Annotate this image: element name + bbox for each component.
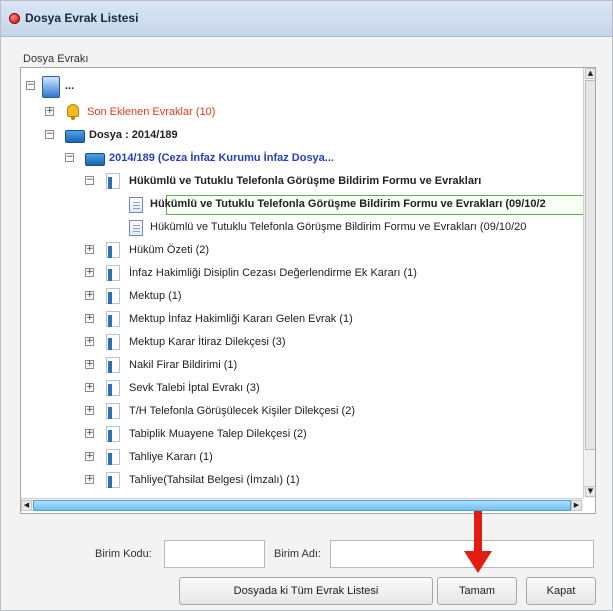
horizontal-scroll-thumb[interactable] <box>33 500 571 511</box>
tree-leaf-label: Hükümlü ve Tutuklu Telefonla Görüşme Bil… <box>150 198 546 210</box>
scroll-left-icon[interactable]: ◀ <box>21 500 32 511</box>
document-folder-icon <box>106 449 124 466</box>
tree-node-label: Tabiplik Muayene Talep Dilekçesi (2) <box>129 428 307 440</box>
ok-button[interactable]: Tamam <box>437 577 517 605</box>
expand-icon[interactable]: + <box>45 107 54 116</box>
document-folder-icon <box>106 472 124 489</box>
expand-icon[interactable]: + <box>85 406 94 415</box>
close-button[interactable]: Kapat <box>526 577 596 605</box>
document-tree[interactable]: − ... + Son Eklenen Evraklar (10) − Dosy… <box>20 67 596 514</box>
tree-leaf[interactable]: Hükümlü ve Tutuklu Telefonla Görüşme Bil… <box>21 217 581 239</box>
vertical-scroll-thumb[interactable] <box>585 80 595 450</box>
tree-node-label: T/H Telefonla Görüşülecek Kişiler Dilekç… <box>129 405 355 417</box>
expand-icon[interactable]: + <box>85 429 94 438</box>
tree-node-son-eklenen[interactable]: + Son Eklenen Evraklar (10) <box>21 102 581 124</box>
expand-icon[interactable]: + <box>85 360 94 369</box>
birim-kodu-field[interactable] <box>164 540 265 568</box>
tree-node[interactable]: + Mektup (1) <box>21 286 581 308</box>
scroll-right-icon[interactable]: ▶ <box>571 500 582 511</box>
tree-node-label: Son Eklenen Evraklar (10) <box>87 106 216 118</box>
expand-icon[interactable]: + <box>85 314 94 323</box>
tree-node[interactable]: + T/H Telefonla Görüşülecek Kişiler Dile… <box>21 401 581 423</box>
tree-node-label: Tahliye(Tahsilat Belgesi (İmzalı) (1) <box>129 474 300 486</box>
collapse-icon[interactable]: − <box>26 81 35 90</box>
document-folder-icon <box>106 173 124 190</box>
list-all-button[interactable]: Dosyada ki Tüm Evrak Listesi <box>179 577 433 605</box>
expand-icon[interactable]: + <box>85 291 94 300</box>
tree-node[interactable]: + Sevk Talebi İptal Evrakı (3) <box>21 378 581 400</box>
document-folder-icon <box>106 380 124 397</box>
vertical-scrollbar[interactable]: ▲ ▼ <box>583 68 595 498</box>
birim-adi-field[interactable] <box>330 540 594 568</box>
tree-node-label: Hükümlü ve Tutuklu Telefonla Görüşme Bil… <box>129 175 482 187</box>
tree-node[interactable]: + Mektup İnfaz Hakimliği Kararı Gelen Ev… <box>21 309 581 331</box>
document-icon <box>129 220 143 236</box>
annotation-arrow-icon <box>464 511 492 573</box>
document-folder-icon <box>106 357 124 374</box>
document-folder-icon <box>106 403 124 420</box>
document-folder-icon <box>106 334 124 351</box>
expand-icon[interactable]: + <box>85 337 94 346</box>
tree-node-label: Mektup İnfaz Hakimliği Kararı Gelen Evra… <box>129 313 353 325</box>
tree-node-label: Hüküm Özeti (2) <box>129 244 210 256</box>
tree-node-label: 2014/189 (Ceza İnfaz Kurumu İnfaz Dosya.… <box>109 152 334 164</box>
collapse-icon[interactable]: − <box>45 130 54 139</box>
tree-node[interactable]: + Mektup Karar İtiraz Dilekçesi (3) <box>21 332 581 354</box>
group-label: Dosya Evrakı <box>23 53 89 65</box>
birim-adi-label: Birim Adı: <box>274 548 322 560</box>
tree-node-dosya[interactable]: − Dosya : 2014/189 <box>21 125 581 147</box>
expand-icon[interactable]: + <box>85 245 94 254</box>
collapse-icon[interactable]: − <box>85 176 94 185</box>
tree-node-label: Sevk Talebi İptal Evrakı (3) <box>129 382 260 394</box>
tree-node-infaz-dosya[interactable]: − 2014/189 (Ceza İnfaz Kurumu İnfaz Dosy… <box>21 148 581 170</box>
expand-icon[interactable]: + <box>85 452 94 461</box>
document-icon <box>129 197 143 213</box>
document-folder-icon <box>106 265 124 282</box>
document-folder-icon <box>106 311 124 328</box>
expand-icon[interactable]: + <box>85 383 94 392</box>
tree-node-label: Mektup (1) <box>129 290 182 302</box>
bell-icon <box>65 104 81 120</box>
scroll-up-icon[interactable]: ▲ <box>585 68 595 79</box>
tree-node-telefon-group[interactable]: − Hükümlü ve Tutuklu Telefonla Görüşme B… <box>21 171 581 193</box>
tree-node[interactable]: + Tabiplik Muayene Talep Dilekçesi (2) <box>21 424 581 446</box>
tree-node-label: Dosya : 2014/189 <box>89 129 178 141</box>
birim-kodu-label: Birim Kodu: <box>95 548 152 560</box>
tree-node[interactable]: + Tahliye(Tahsilat Belgesi (İmzalı) (1) <box>21 470 581 492</box>
expand-icon[interactable]: + <box>85 268 94 277</box>
tree-node[interactable]: + Tahliye Kararı (1) <box>21 447 581 469</box>
scroll-down-icon[interactable]: ▼ <box>585 486 595 497</box>
document-folder-icon <box>106 288 124 305</box>
tree-node[interactable]: + İnfaz Hakimliği Disiplin Cezası Değerl… <box>21 263 581 285</box>
expand-icon[interactable]: + <box>85 475 94 484</box>
tree-node[interactable]: + Hüküm Özeti (2) <box>21 240 581 262</box>
document-folder-icon <box>106 426 124 443</box>
tree-node-label: Tahliye Kararı (1) <box>129 451 213 463</box>
tree-node[interactable]: + Nakil Firar Bildirimi (1) <box>21 355 581 377</box>
root-icon <box>42 76 60 98</box>
app-icon <box>9 13 20 24</box>
folder-icon <box>85 150 105 166</box>
document-folder-icon <box>106 242 124 259</box>
title-bar: Dosya Evrak Listesi <box>1 1 612 37</box>
window-title: Dosya Evrak Listesi <box>25 11 139 25</box>
tree-leaf-label: Hükümlü ve Tutuklu Telefonla Görüşme Bil… <box>150 221 527 233</box>
tree-node-label: İnfaz Hakimliği Disiplin Cezası Değerlen… <box>129 267 417 279</box>
horizontal-scrollbar[interactable]: ◀ ▶ <box>21 498 583 511</box>
dosya-evrak-window: Dosya Evrak Listesi Dosya Evrakı − ... +… <box>0 0 613 611</box>
tree-root-row[interactable]: − ... <box>21 76 581 98</box>
folder-icon <box>65 127 85 143</box>
tree-root-label: ... <box>65 80 75 92</box>
collapse-icon[interactable]: − <box>65 153 74 162</box>
tree-leaf-selected[interactable]: Hükümlü ve Tutuklu Telefonla Görüşme Bil… <box>21 194 586 216</box>
tree-node-label: Nakil Firar Bildirimi (1) <box>129 359 238 371</box>
tree-node-label: Mektup Karar İtiraz Dilekçesi (3) <box>129 336 286 348</box>
